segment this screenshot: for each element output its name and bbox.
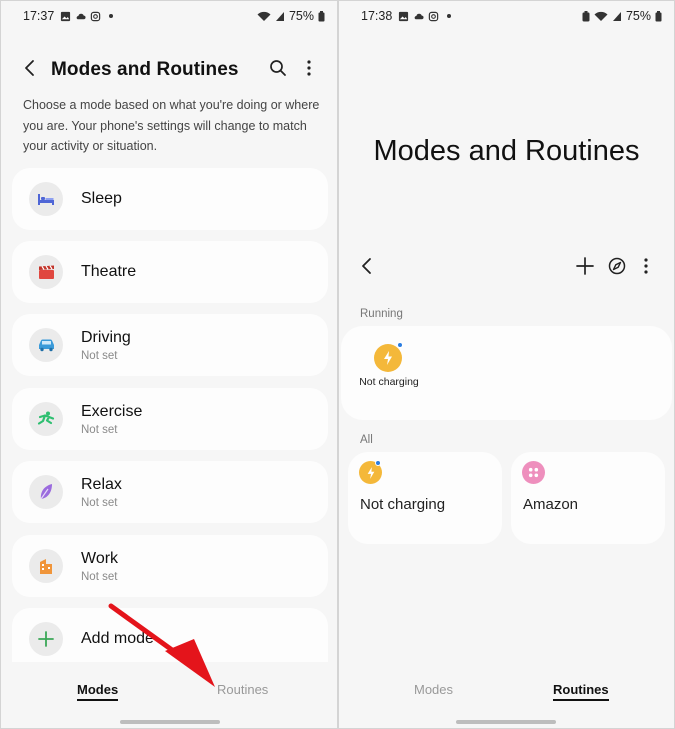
routine-name: Not charging bbox=[359, 376, 419, 388]
add-mode-button[interactable]: Add mode bbox=[12, 608, 328, 662]
bolt-icon bbox=[374, 344, 402, 372]
mode-status: Not set bbox=[81, 496, 118, 509]
battery-icon bbox=[318, 10, 325, 21]
instagram-icon bbox=[429, 11, 439, 21]
routine-name: Amazon bbox=[523, 496, 579, 513]
battery-routine-icon bbox=[582, 10, 590, 21]
bottom-navigation: Modes Routines bbox=[1, 673, 337, 707]
page-title: Modes and Routines bbox=[373, 135, 640, 167]
mode-status: Not set bbox=[81, 570, 118, 583]
mode-work[interactable]: Work Not set bbox=[12, 535, 328, 597]
compass-icon bbox=[608, 257, 626, 275]
running-routine-not-charging[interactable]: Not charging bbox=[357, 342, 421, 404]
cloud-icon bbox=[414, 13, 424, 19]
cloud-icon bbox=[76, 13, 86, 19]
building-icon bbox=[29, 549, 63, 583]
leaf-icon bbox=[29, 475, 63, 509]
home-indicator[interactable] bbox=[456, 720, 556, 724]
signal-icon bbox=[612, 11, 621, 21]
chevron-left-icon bbox=[362, 258, 371, 274]
instagram-icon bbox=[91, 11, 101, 21]
status-bar: 17:37 75% bbox=[1, 1, 337, 31]
mode-name: Exercise bbox=[81, 402, 143, 420]
status-bar: 17:38 75% bbox=[339, 1, 674, 31]
plus-icon bbox=[576, 257, 594, 275]
back-button[interactable] bbox=[353, 252, 381, 280]
tab-modes[interactable]: Modes bbox=[77, 682, 119, 701]
apps-grid-icon bbox=[522, 461, 545, 484]
routine-card-not-charging[interactable]: Not charging bbox=[348, 452, 502, 544]
active-badge bbox=[397, 342, 403, 348]
plus-icon bbox=[29, 622, 63, 656]
routine-card-amazon[interactable]: Amazon bbox=[511, 452, 665, 544]
add-mode-label: Add mode bbox=[81, 630, 154, 647]
gallery-icon bbox=[399, 11, 409, 21]
search-icon bbox=[270, 60, 286, 76]
routine-name: Not charging bbox=[360, 496, 446, 513]
add-routine-button[interactable] bbox=[571, 252, 599, 280]
battery-percent: 75% bbox=[288, 9, 314, 23]
back-button[interactable] bbox=[16, 54, 44, 82]
tab-modes[interactable]: Modes bbox=[414, 682, 453, 697]
mode-exercise[interactable]: Exercise Not set bbox=[12, 388, 328, 450]
bottom-navigation: Modes Routines bbox=[339, 673, 674, 707]
mode-name: Sleep bbox=[81, 190, 122, 207]
chevron-left-icon bbox=[25, 60, 34, 76]
mode-driving[interactable]: Driving Not set bbox=[12, 314, 328, 376]
mode-status: Not set bbox=[81, 423, 118, 436]
running-routines-card: Not charging bbox=[341, 326, 672, 420]
more-notifications-dot bbox=[109, 14, 114, 18]
page-title: Modes and Routines bbox=[51, 59, 239, 80]
wifi-icon bbox=[257, 11, 271, 21]
mode-name: Relax bbox=[81, 475, 122, 493]
more-vertical-icon bbox=[644, 258, 648, 274]
battery-icon bbox=[655, 10, 662, 21]
tab-routines[interactable]: Routines bbox=[217, 682, 268, 697]
modes-description: Choose a mode based on what you're doing… bbox=[23, 98, 320, 153]
bed-icon bbox=[29, 182, 63, 216]
mode-status: Not set bbox=[81, 349, 118, 362]
running-person-icon bbox=[29, 402, 63, 436]
status-time: 17:38 bbox=[361, 9, 393, 23]
clapperboard-icon bbox=[29, 255, 63, 289]
routines-screen: 17:38 75% Modes and Routines Running Not… bbox=[338, 0, 675, 729]
battery-percent: 75% bbox=[625, 9, 651, 23]
car-icon bbox=[29, 328, 63, 362]
more-notifications-dot bbox=[447, 14, 452, 18]
mode-name: Driving bbox=[81, 328, 131, 346]
mode-theatre[interactable]: Theatre bbox=[12, 241, 328, 303]
signal-icon bbox=[275, 11, 284, 21]
gallery-icon bbox=[61, 11, 71, 21]
more-options-button[interactable] bbox=[295, 54, 323, 82]
wifi-icon bbox=[594, 11, 608, 21]
discover-button[interactable] bbox=[603, 252, 631, 280]
more-vertical-icon bbox=[307, 60, 311, 76]
home-indicator[interactable] bbox=[120, 720, 220, 724]
more-options-button[interactable] bbox=[632, 252, 660, 280]
mode-sleep[interactable]: Sleep bbox=[12, 168, 328, 230]
active-badge bbox=[375, 460, 381, 466]
running-section-label: Running bbox=[360, 308, 403, 320]
mode-relax[interactable]: Relax Not set bbox=[12, 461, 328, 523]
modes-screen: 17:37 75% Modes and Routines Choose a mo… bbox=[0, 0, 338, 729]
tab-routines[interactable]: Routines bbox=[553, 682, 609, 701]
mode-name: Work bbox=[81, 549, 119, 567]
all-section-label: All bbox=[360, 434, 373, 446]
search-button[interactable] bbox=[264, 54, 292, 82]
status-time: 17:37 bbox=[23, 9, 55, 23]
mode-name: Theatre bbox=[81, 263, 137, 280]
